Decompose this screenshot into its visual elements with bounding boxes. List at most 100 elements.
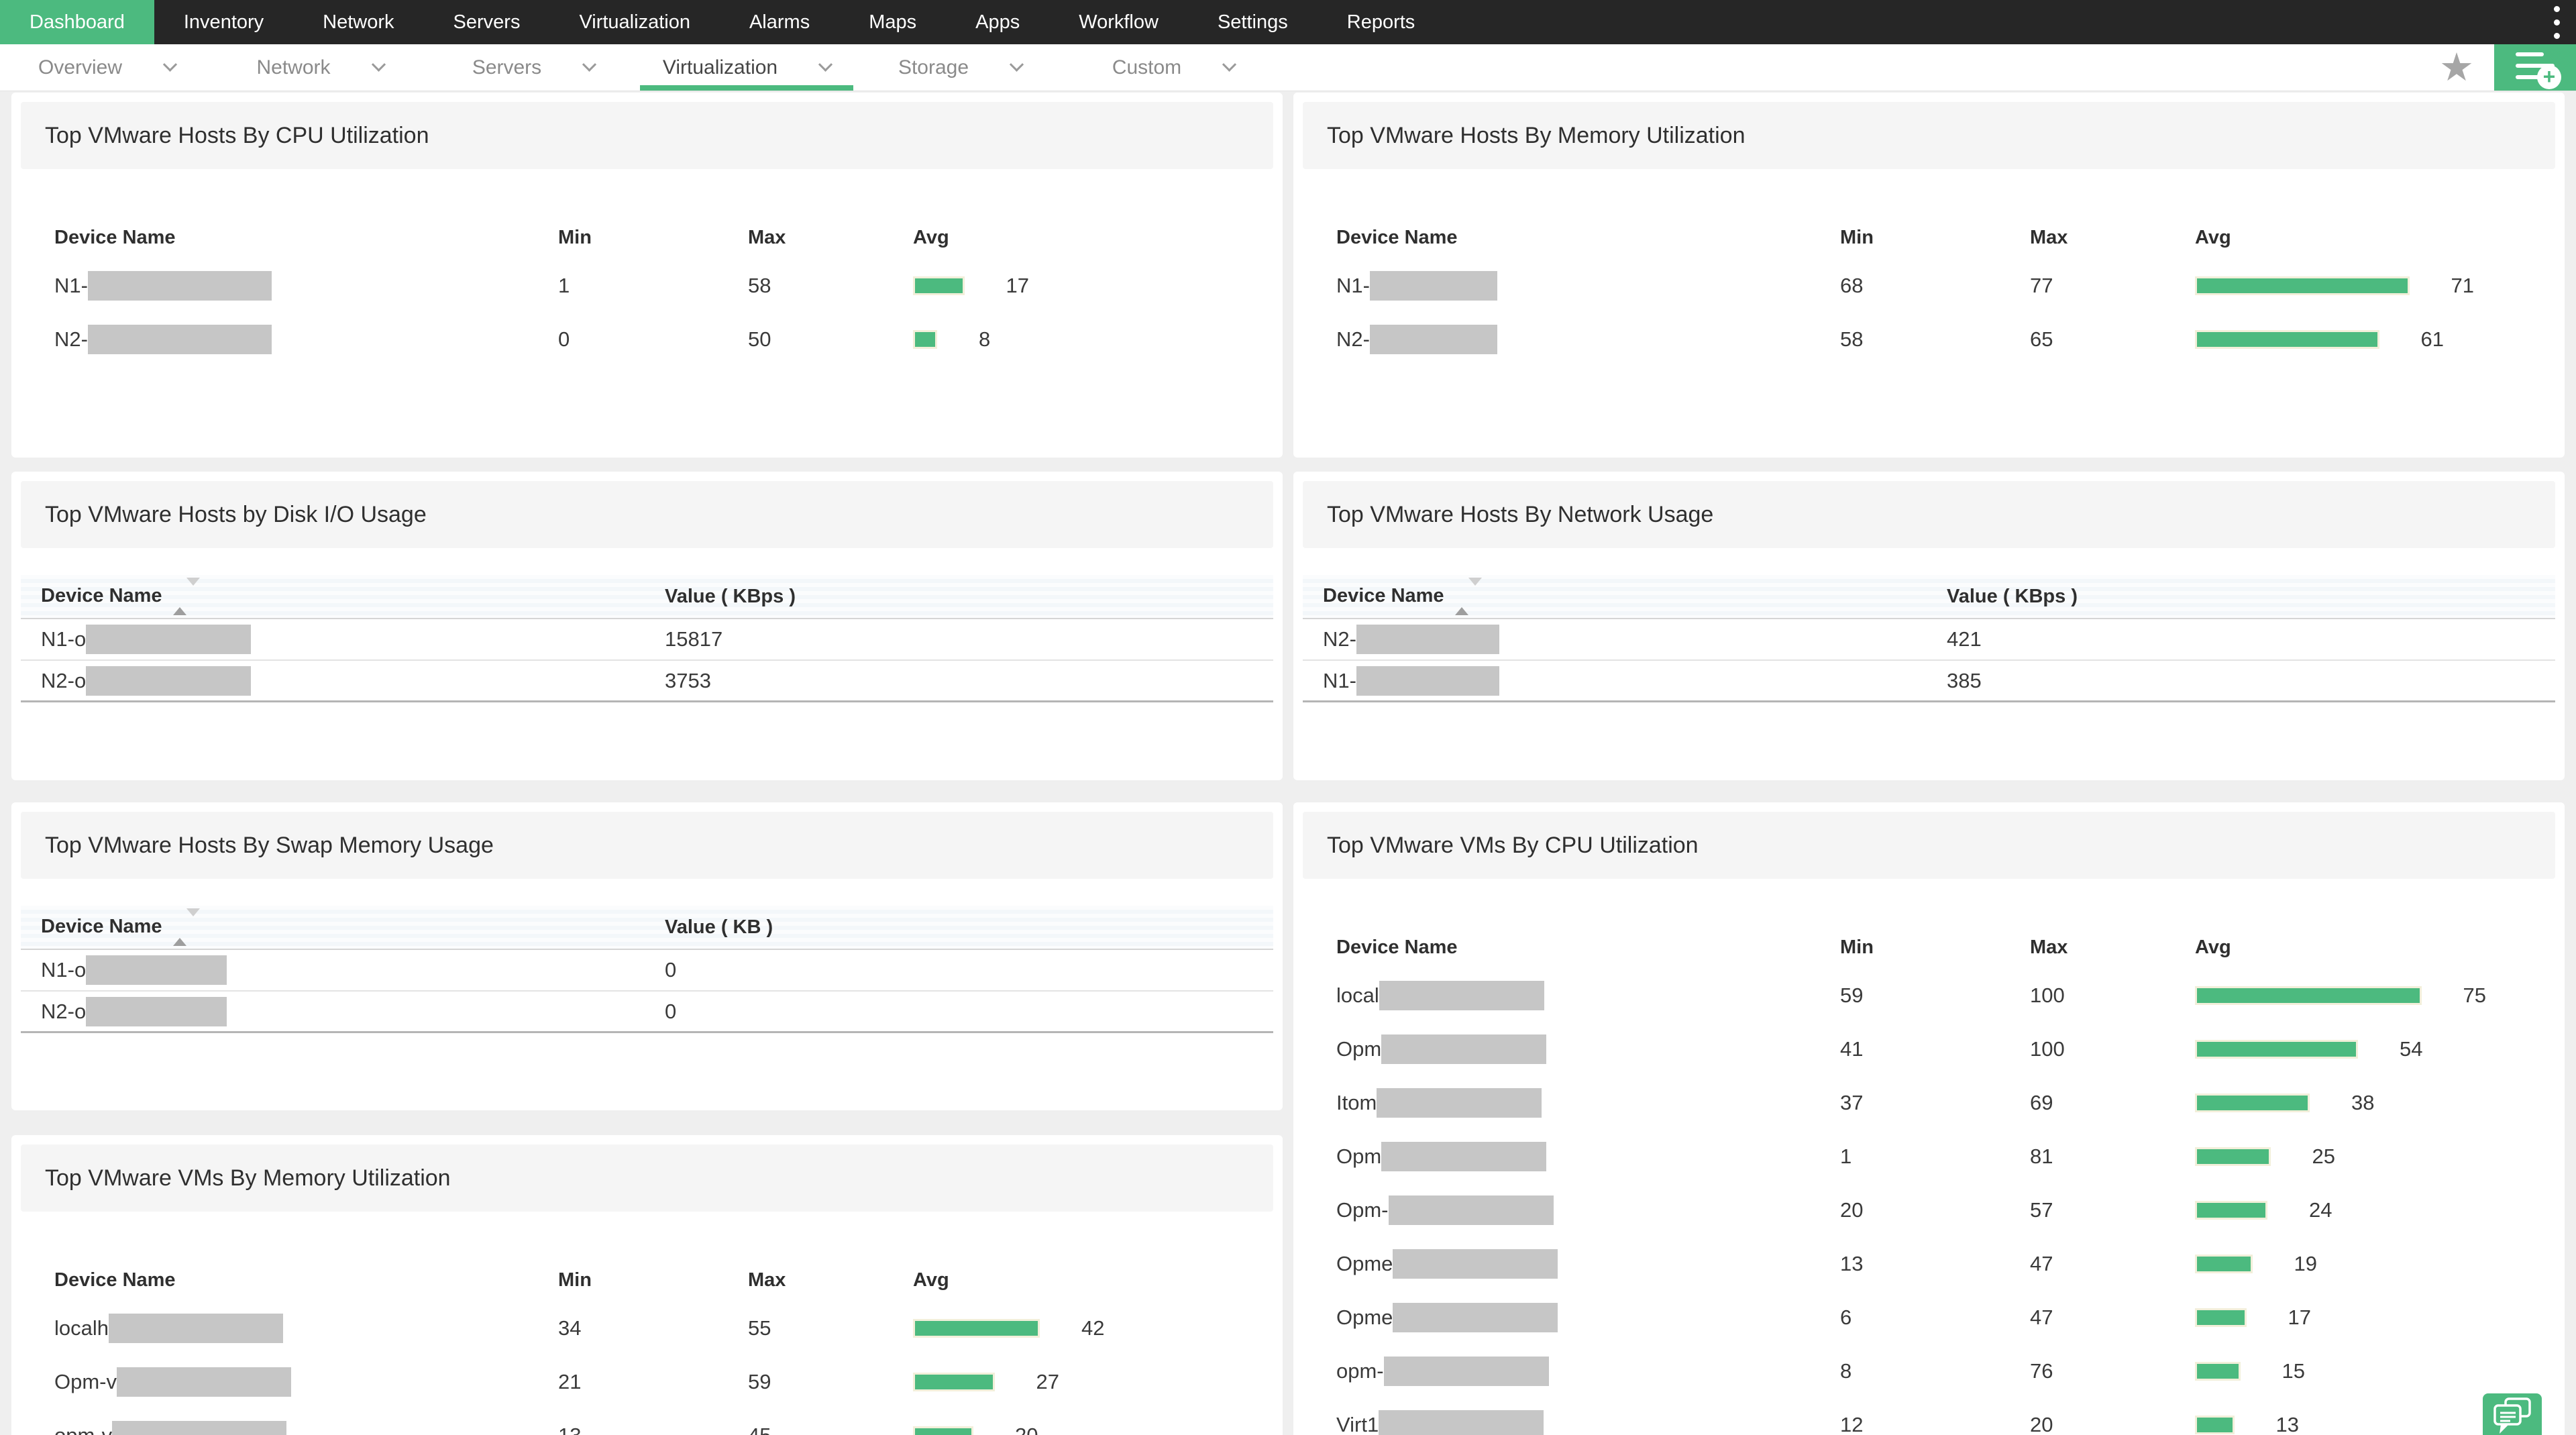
device-name-link[interactable]: Opme: [1336, 1306, 1393, 1330]
more-options-kebab-icon[interactable]: [2546, 2, 2568, 43]
avg-value: 8: [979, 327, 991, 351]
table-row: Opm 41 100 54: [1336, 1022, 2544, 1076]
top-nav-item-label: Workflow: [1079, 11, 1159, 33]
top-nav-item[interactable]: Virtualization: [549, 0, 720, 44]
avg-bar: [2195, 1308, 2247, 1327]
top-nav-item[interactable]: Network: [293, 0, 423, 44]
device-name-link[interactable]: N1-: [54, 274, 88, 298]
value-cell: 15817: [665, 627, 723, 651]
max-value: 50: [748, 327, 771, 351]
chevron-down-icon: [162, 57, 178, 72]
widget-table: Device Name Min Max Avg N1- 68 77 71 N2-…: [1293, 178, 2565, 366]
min-value: 41: [1840, 1037, 1864, 1061]
top-nav-item[interactable]: Workflow: [1049, 0, 1188, 44]
widget-host-memory-utilization: Top VMware Hosts By Memory Utilization D…: [1293, 93, 2565, 458]
device-name-link[interactable]: N2-o: [41, 669, 86, 693]
dashboard-tab[interactable]: Virtualization: [640, 44, 853, 91]
redacted-device-name: [86, 955, 227, 985]
avg-value: 15: [2282, 1359, 2305, 1383]
chevron-down-icon: [1009, 57, 1024, 72]
device-name-link[interactable]: Opm: [1336, 1037, 1381, 1061]
redacted-device-name: [112, 1421, 287, 1435]
top-nav-item-label: Network: [323, 11, 394, 33]
device-name-link[interactable]: N2-: [54, 327, 88, 352]
widget-header: Top VMware Hosts by Disk I/O Usage: [21, 481, 1273, 548]
table-row: N2- 421: [1303, 619, 2555, 661]
add-widget-button[interactable]: +: [2494, 44, 2576, 91]
dashboard-tab[interactable]: Network: [213, 44, 427, 91]
avg-bar: [2195, 1147, 2271, 1166]
redacted-device-name: [1377, 1088, 1542, 1118]
top-nav-item[interactable]: Alarms: [720, 0, 839, 44]
table-header-row: Device Name Min Max Avg: [54, 216, 1263, 259]
top-nav-item[interactable]: Dashboard: [0, 0, 154, 44]
widget-title: Top VMware VMs By Memory Utilization: [45, 1165, 451, 1191]
max-value: 55: [748, 1316, 771, 1340]
top-nav-item[interactable]: Servers: [424, 0, 550, 44]
min-value: 21: [558, 1370, 582, 1393]
widget-table: Device Name Value ( KBps ) N1-o 15817 N2…: [21, 557, 1273, 702]
col-device-name[interactable]: Device Name: [41, 577, 665, 615]
max-value: 76: [2030, 1359, 2053, 1383]
device-name-link[interactable]: N1-o: [41, 627, 86, 651]
device-name-link[interactable]: N1-: [1336, 274, 1370, 298]
max-value: 77: [2030, 274, 2053, 297]
top-nav-item-label: Reports: [1346, 11, 1415, 33]
table-row: N2- 58 65 61: [1336, 313, 2544, 366]
top-nav-item-label: Settings: [1217, 11, 1288, 33]
dashboard-tab[interactable]: Custom: [1067, 44, 1280, 91]
chevron-down-icon: [582, 57, 597, 72]
favorite-star-icon[interactable]: ★: [2419, 48, 2494, 87]
avg-bar: [913, 330, 937, 349]
device-name-link[interactable]: local: [1336, 984, 1379, 1008]
dashboard-tab-label: Storage: [898, 56, 969, 78]
top-nav-item[interactable]: Maps: [839, 0, 946, 44]
device-name-link[interactable]: Opm: [1336, 1145, 1381, 1169]
redacted-device-name: [117, 1367, 291, 1397]
device-name-link[interactable]: opm-: [1336, 1359, 1384, 1383]
col-device-name[interactable]: Device Name: [1323, 577, 1947, 615]
device-name-link[interactable]: N2-: [1336, 327, 1370, 352]
col-value[interactable]: Value ( KB ): [665, 916, 1273, 939]
col-device-name[interactable]: Device Name: [41, 908, 665, 946]
avg-value: 61: [2420, 327, 2444, 351]
avg-bar: [2195, 330, 2379, 349]
device-name-link[interactable]: N2-: [1323, 627, 1356, 651]
table-row: N2- 0 50 8: [54, 313, 1263, 366]
min-value: 58: [1840, 327, 1864, 351]
col-value[interactable]: Value ( KBps ): [665, 586, 1273, 608]
redacted-device-name: [1369, 271, 1497, 301]
device-name-link[interactable]: N1-: [1323, 669, 1356, 693]
device-name-link[interactable]: Opm-v: [54, 1370, 117, 1394]
avg-value: 17: [1006, 274, 1029, 297]
col-min: Min: [1840, 936, 1874, 958]
device-name-link[interactable]: Opme: [1336, 1252, 1393, 1276]
device-name-link[interactable]: localh: [54, 1316, 109, 1340]
col-value[interactable]: Value ( KBps ): [1947, 586, 2555, 608]
redacted-device-name: [1356, 625, 1499, 654]
table-row: N2-o 3753: [21, 661, 1273, 702]
table-row: N1-o 15817: [21, 619, 1273, 661]
avg-value: 27: [1036, 1370, 1059, 1393]
dashboard-tab[interactable]: Overview: [0, 44, 213, 91]
device-name-link[interactable]: Itom: [1336, 1091, 1377, 1115]
top-nav-item[interactable]: Settings: [1188, 0, 1318, 44]
top-nav-item[interactable]: Reports: [1318, 0, 1445, 44]
dashboard-tab[interactable]: Storage: [853, 44, 1067, 91]
device-name-link[interactable]: N2-o: [41, 1000, 86, 1024]
redacted-device-name: [87, 271, 272, 301]
top-nav-item[interactable]: Apps: [946, 0, 1049, 44]
sort-icon: [1454, 577, 1482, 615]
device-name-link[interactable]: N1-o: [41, 958, 86, 982]
dashboard-tab[interactable]: Servers: [427, 44, 640, 91]
top-nav-item[interactable]: Inventory: [154, 0, 293, 44]
device-name-link[interactable]: opm-v: [54, 1424, 112, 1435]
chevron-down-icon: [818, 57, 833, 72]
widget-host-cpu-utilization: Top VMware Hosts By CPU Utilization Devi…: [11, 93, 1283, 458]
device-name-link[interactable]: Virt1: [1336, 1413, 1379, 1435]
avg-bar: [913, 1373, 995, 1391]
chat-feedback-button[interactable]: [2483, 1393, 2542, 1435]
device-name-link[interactable]: Opm-: [1336, 1198, 1389, 1222]
min-value: 0: [558, 327, 570, 351]
min-value: 12: [1840, 1413, 1864, 1435]
